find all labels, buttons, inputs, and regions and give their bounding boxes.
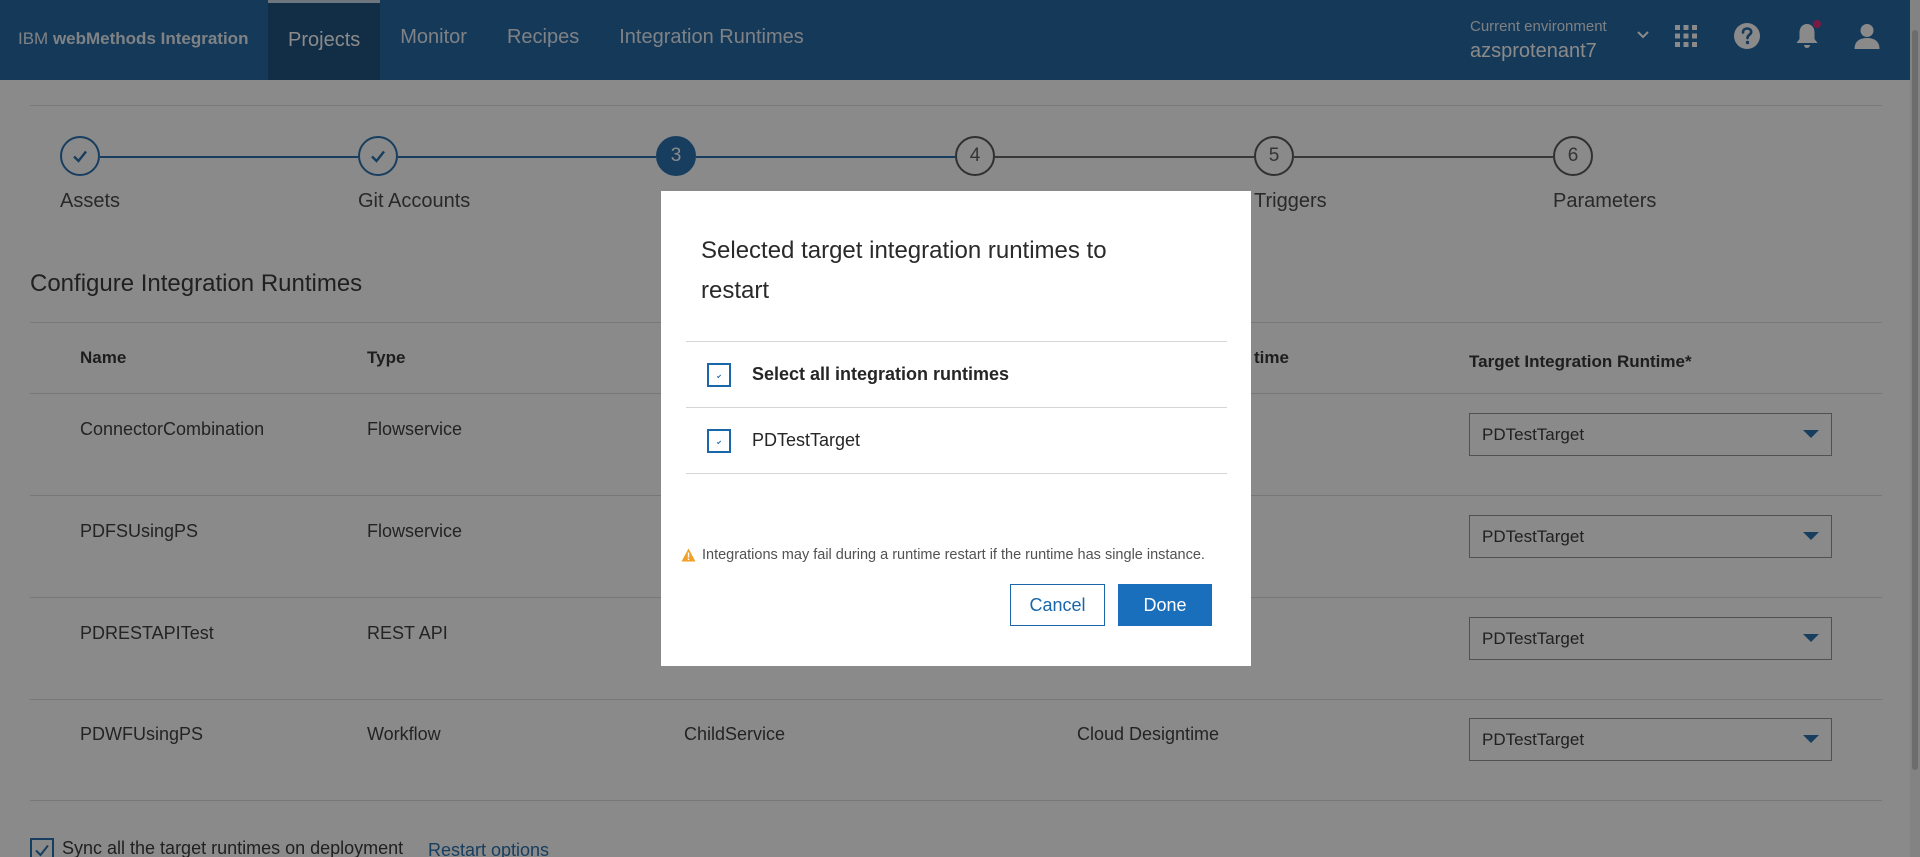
runtime-checkbox[interactable] bbox=[707, 429, 731, 453]
dialog-divider bbox=[686, 473, 1227, 474]
restart-runtimes-dialog: Selected target integration runtimes to … bbox=[661, 191, 1251, 666]
select-all-label[interactable]: Select all integration runtimes bbox=[752, 364, 1009, 385]
runtime-label[interactable]: PDTestTarget bbox=[752, 430, 860, 451]
dialog-divider bbox=[686, 407, 1227, 408]
warning-text: Integrations may fail during a runtime r… bbox=[702, 547, 1205, 563]
dialog-title: Selected target integration runtimes to … bbox=[701, 237, 1107, 304]
checkbox-mark-icon bbox=[716, 373, 722, 379]
dialog-divider bbox=[686, 341, 1227, 342]
checkbox-mark-icon bbox=[716, 439, 722, 445]
cancel-button[interactable]: Cancel bbox=[1010, 584, 1105, 626]
warning-icon bbox=[681, 548, 696, 562]
done-button[interactable]: Done bbox=[1118, 584, 1212, 626]
select-all-checkbox[interactable] bbox=[707, 363, 731, 387]
